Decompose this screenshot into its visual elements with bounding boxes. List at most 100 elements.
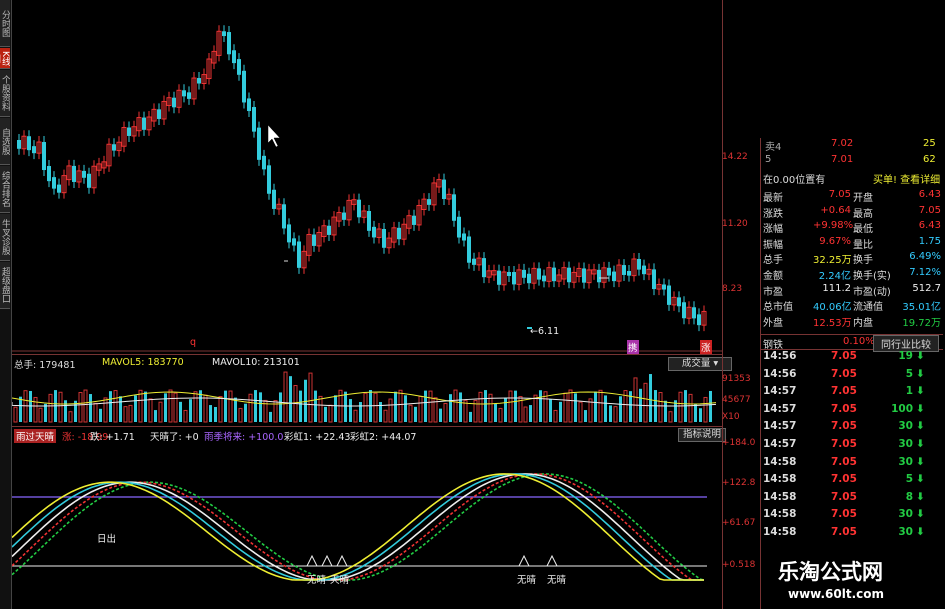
- volume-bar: [218, 396, 223, 423]
- candle-down: [582, 268, 586, 283]
- volume-bar: [633, 377, 638, 423]
- volume-bar: [484, 390, 487, 422]
- volume-bar: [699, 408, 702, 422]
- quote-value: 111.2: [822, 282, 851, 294]
- sidebar-tab[interactable]: 综合排名: [0, 166, 10, 213]
- volume-bar: [279, 392, 282, 422]
- volume-bar: [68, 411, 73, 423]
- sidebar-tab[interactable]: 超级盘口: [0, 262, 10, 309]
- volume-bar: [179, 401, 182, 422]
- quote-value: 9.67%: [819, 235, 851, 247]
- marker-jin: 携: [627, 340, 639, 354]
- quote-label: 涨跌: [763, 208, 783, 220]
- trade-row: 14:56 7.05 5 ⬇: [761, 368, 943, 385]
- sidebar-tab[interactable]: K线图: [0, 48, 10, 69]
- candle-down: [172, 97, 176, 108]
- candle-down: [17, 140, 21, 149]
- volume-axis-label: X10: [722, 412, 740, 422]
- candle-down: [412, 215, 416, 225]
- rainbow-indicator-chart[interactable]: 日出无晴 天晴 无晴 无晴: [12, 440, 722, 609]
- volume-bar: [193, 391, 198, 423]
- candle-down: [597, 269, 601, 283]
- candle-down: [497, 270, 501, 285]
- indicator-annotation: 日出: [97, 533, 116, 545]
- ask-row: 5 7.01 62: [761, 154, 943, 166]
- candle-down: [472, 258, 476, 265]
- trade-time: 14:56: [763, 350, 797, 362]
- trade-price: 7.05: [831, 402, 857, 415]
- signal-spike: [546, 554, 558, 567]
- quote-value: 32.25万: [813, 255, 852, 267]
- price-axis-label: 14.22: [722, 152, 748, 162]
- trade-time: 14:58: [763, 473, 797, 486]
- quote-label: 换手(实): [853, 271, 891, 282]
- quote-value: 2.24亿: [818, 271, 851, 282]
- sidebar-tab[interactable]: 分时图: [0, 0, 10, 47]
- order-status-text: 在0.00位置有: [763, 175, 826, 186]
- candle-down: [482, 258, 486, 278]
- trade-row: 14:58 7.05 30 ⬇: [761, 456, 943, 473]
- candle-down: [667, 285, 671, 305]
- trade-row: 14:57 7.05 100 ⬇: [761, 403, 943, 420]
- volume-bar: [703, 396, 708, 423]
- indicator-annotation: 无晴: [547, 574, 567, 586]
- volume-bar: [259, 392, 262, 422]
- candle-down: [652, 269, 656, 290]
- down-arrow-icon: ⬇: [916, 367, 925, 380]
- volume-axis-label: 91353: [722, 374, 751, 384]
- quote-label: 总市值: [763, 302, 793, 314]
- candlestick-chart[interactable]: [12, 0, 722, 352]
- volume-bar: [709, 390, 712, 422]
- candle-down: [42, 142, 46, 171]
- quote-label: 最低: [853, 224, 873, 236]
- candle-down: [287, 224, 291, 243]
- quote-label: 振幅: [763, 239, 783, 251]
- quote-value: 1.75: [918, 235, 941, 247]
- candle-down: [682, 302, 686, 319]
- trade-row: 14:58 7.05 30 ⬇: [761, 526, 943, 543]
- volume-bar: [83, 389, 88, 423]
- trade-price: 7.05: [831, 473, 857, 486]
- candle-down: [182, 90, 186, 97]
- volume-bar: [224, 390, 227, 422]
- indicator-axis-label: +122.8: [722, 478, 756, 488]
- candle-down: [697, 314, 701, 326]
- trade-time: 14:57: [763, 420, 797, 433]
- candle-down: [382, 229, 386, 248]
- candle-down: [72, 165, 76, 182]
- trade-row: 14:58 7.05 30 ⬇: [761, 508, 943, 525]
- volume-bar: [453, 389, 458, 423]
- candle-down: [367, 210, 371, 231]
- candle-down: [57, 184, 61, 193]
- order-detail-link[interactable]: 买单! 查看详细: [873, 171, 940, 186]
- candle-down: [522, 269, 526, 278]
- volume-bar: [134, 395, 137, 422]
- quote-value: 6.43: [918, 220, 941, 232]
- volume-bar: [514, 390, 517, 422]
- volume-bar: [109, 391, 112, 422]
- candle-down: [397, 227, 401, 240]
- candle-down: [427, 199, 431, 205]
- sidebar-tab[interactable]: 个股资料: [0, 70, 10, 117]
- down-arrow-icon: ⬇: [916, 508, 925, 521]
- volume-bar: [664, 400, 667, 422]
- volume-bar: [164, 393, 167, 422]
- volume-bar: [148, 398, 153, 423]
- trade-price: 7.05: [831, 490, 857, 503]
- sidebar-tab[interactable]: 牛叉诊股: [0, 214, 10, 261]
- quote-row: 总手 32.25万 换手 6.49%: [761, 251, 943, 267]
- sidebar-tab[interactable]: 自选股: [0, 118, 10, 165]
- quote-value: 35.01亿: [902, 302, 941, 314]
- candle-down: [297, 241, 301, 268]
- volume-bar: [353, 409, 358, 423]
- volume-bar: [373, 392, 378, 423]
- trade-row: 14:57 7.05 30 ⬇: [761, 420, 943, 437]
- volume-bar: [189, 399, 192, 422]
- volume-bar: [494, 403, 497, 422]
- volume-bar: [168, 389, 173, 423]
- trade-price: 7.05: [831, 438, 857, 450]
- candle-down: [27, 136, 31, 151]
- candle-down: [52, 177, 56, 189]
- volume-chart[interactable]: [12, 368, 722, 426]
- low-price-marker: ←6.11: [530, 326, 560, 337]
